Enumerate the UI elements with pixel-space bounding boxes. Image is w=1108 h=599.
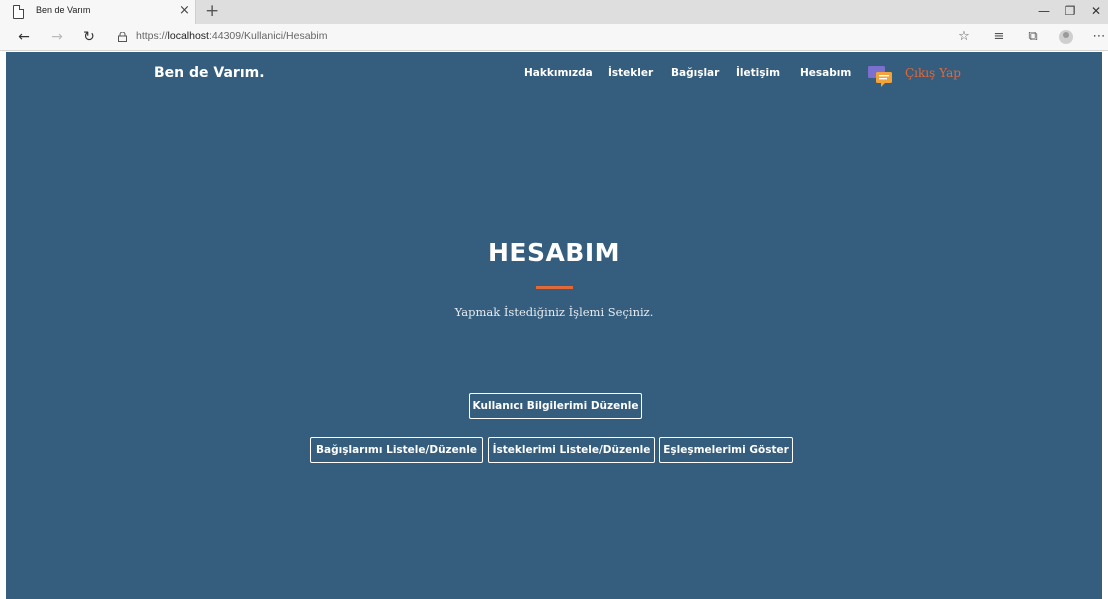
nav-link-bagislar[interactable]: Bağışlar <box>671 67 719 79</box>
list-requests-button[interactable]: İsteklerimi Listele/Düzenle <box>488 437 655 463</box>
page-content: Ben de Varım. Hakkımızda İstekler Bağışl… <box>6 52 1102 599</box>
profile-avatar-icon[interactable] <box>1059 30 1073 44</box>
url-path: :44309/Kullanici/Hesabim <box>208 30 328 42</box>
chat-bubbles-icon <box>868 66 892 87</box>
url-text: https://localhost:44309/Kullanici/Hesabi… <box>136 30 327 42</box>
collections-icon[interactable]: ⧉ <box>1024 29 1042 45</box>
nav-link-iletisim[interactable]: İletişim <box>736 67 780 79</box>
more-menu-icon[interactable]: ⋯ <box>1090 29 1108 45</box>
logout-link[interactable]: Çıkış Yap <box>905 66 961 80</box>
show-matches-button[interactable]: Eşleşmelerimi Göster <box>659 437 793 463</box>
new-tab-icon[interactable]: + <box>205 0 219 22</box>
title-divider <box>536 286 573 289</box>
refresh-icon[interactable]: ↻ <box>79 28 99 46</box>
lock-icon <box>118 32 127 42</box>
edit-profile-button[interactable]: Kullanıcı Bilgilerimi Düzenle <box>469 393 642 419</box>
favorite-star-icon[interactable]: ☆ <box>955 29 973 45</box>
nav-link-hakkimizda[interactable]: Hakkımızda <box>524 67 593 79</box>
tab-title: Ben de Varım <box>36 5 91 15</box>
close-icon[interactable]: ✕ <box>1086 2 1106 20</box>
tab-close-icon[interactable]: × <box>179 3 190 19</box>
page-subtitle: Yapmak İstediğiniz İşlemi Seçiniz. <box>454 305 654 319</box>
nav-link-hesabim[interactable]: Hesabım <box>800 67 851 79</box>
favorites-list-icon[interactable]: ≡ <box>990 29 1008 45</box>
maximize-icon[interactable]: ❐ <box>1060 2 1080 20</box>
page-icon <box>13 5 24 19</box>
back-arrow-icon[interactable]: ← <box>14 28 34 46</box>
url-protocol: https:// <box>136 30 168 42</box>
forward-arrow-icon[interactable]: → <box>47 28 67 46</box>
nav-link-istekler[interactable]: İstekler <box>608 67 653 79</box>
page-title: HESABIM <box>487 238 621 267</box>
minimize-icon[interactable]: — <box>1034 2 1054 20</box>
brand-logo[interactable]: Ben de Varım. <box>154 65 265 81</box>
browser-tab[interactable]: Ben de Varım × <box>0 0 196 24</box>
browser-tab-bar: Ben de Varım × + — ❐ ✕ <box>0 0 1108 24</box>
browser-address-bar: ← → ↻ https://localhost:44309/Kullanici/… <box>0 24 1108 51</box>
list-donations-button[interactable]: Bağışlarımı Listele/Düzenle <box>310 437 483 463</box>
url-input[interactable]: https://localhost:44309/Kullanici/Hesabi… <box>108 27 976 48</box>
url-host: localhost <box>167 30 209 42</box>
